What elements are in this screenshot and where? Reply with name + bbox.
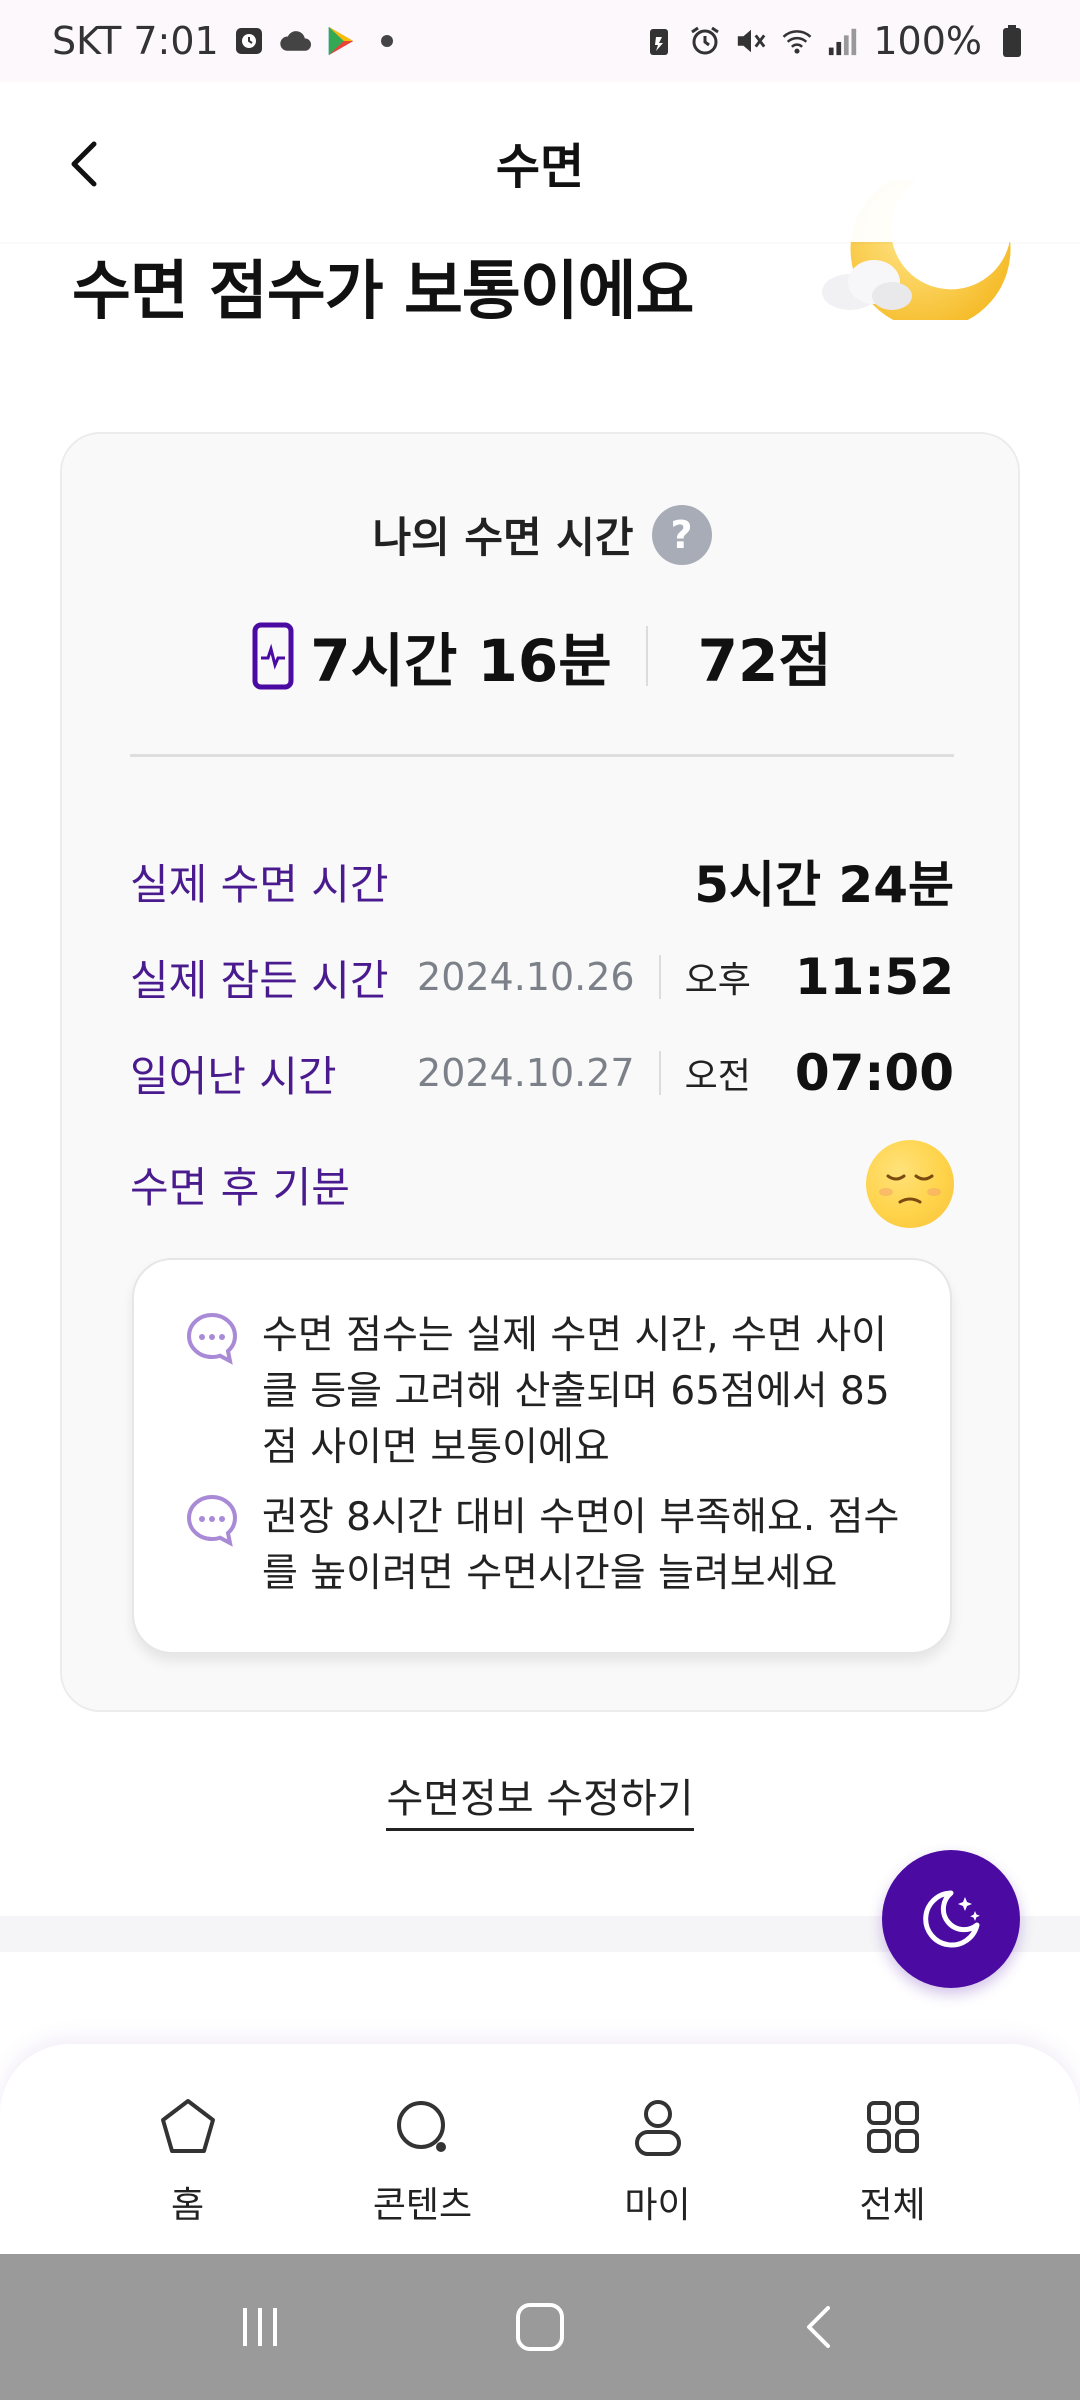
nav-item-my[interactable]: 마이 xyxy=(558,2044,758,2254)
back-chevron-icon xyxy=(807,2306,830,2348)
wake-up-time: 07:00 xyxy=(794,1044,954,1102)
summary-divider xyxy=(645,626,648,686)
home-square-icon xyxy=(516,2303,564,2351)
phone-sleep-tracker-icon xyxy=(252,622,294,690)
battery-icon xyxy=(996,25,1028,57)
wake-up-ampm: 오전 xyxy=(684,1056,751,1097)
tip-item: 수면 점수는 실제 수면 시간, 수면 사이클 등을 고려해 산출되며 65점에… xyxy=(184,1308,914,1476)
detail-label: 실제 잠든 시간 xyxy=(130,955,389,1005)
person-icon xyxy=(634,2100,681,2156)
fell-asleep-row: 실제 잠든 시간 2024.10.26 오후 11:52 xyxy=(130,942,954,1012)
notification-dot-icon xyxy=(380,35,393,47)
system-back-button[interactable] xyxy=(785,2292,855,2362)
nav-label: 콘텐츠 xyxy=(372,2185,473,2226)
play-store-icon xyxy=(325,25,357,57)
battery-percent: 100% xyxy=(873,19,982,63)
detail-label: 일어난 시간 xyxy=(130,1051,337,1101)
sleep-score: 72점 xyxy=(697,627,832,695)
battery-saver-icon xyxy=(643,25,675,57)
system-navigation-bar xyxy=(0,2254,1080,2400)
detail-value-group: 2024.10.27 오전 07:00 xyxy=(417,1044,954,1102)
tip-text: 권장 8시간 대비 수면이 부족해요. 점수를 높이려면 수면시간을 늘려보세요 xyxy=(262,1495,900,1596)
nav-label: 마이 xyxy=(624,2185,691,2226)
detail-value-group: 5시간 24분 xyxy=(694,845,954,917)
sleep-tips-box: 수면 점수는 실제 수면 시간, 수면 사이클 등을 고려해 산출되며 65점에… xyxy=(132,1258,952,1654)
nav-item-home[interactable]: 홈 xyxy=(88,2044,288,2254)
detail-value-group xyxy=(866,1140,954,1228)
chevron-left-icon xyxy=(71,141,97,187)
wake-up-row: 일어난 시간 2024.10.27 오전 07:00 xyxy=(130,1038,954,1108)
grid-icon xyxy=(866,2101,919,2153)
app-header: 수면 xyxy=(0,82,1080,242)
mood-row: 수면 후 기분 xyxy=(130,1134,954,1234)
card-title-row: 나의 수면 시간 ? xyxy=(62,504,1022,565)
fell-asleep-time: 11:52 xyxy=(794,948,954,1006)
actual-sleep-time-row: 실제 수면 시간 5시간 24분 xyxy=(130,846,954,916)
value-separator xyxy=(658,955,661,999)
edit-link-row: 수면정보 수정하기 xyxy=(0,1766,1080,1831)
recent-apps-icon xyxy=(243,2308,277,2346)
wake-up-date: 2024.10.27 xyxy=(417,1051,635,1095)
tired-face-icon xyxy=(866,1140,954,1228)
card-title: 나의 수면 시간 xyxy=(372,513,634,562)
back-button[interactable] xyxy=(56,134,116,194)
detail-label: 실제 수면 시간 xyxy=(130,859,389,909)
content-search-icon xyxy=(396,2101,446,2152)
heading-section: 수면 점수가 보통이에요 xyxy=(72,169,1012,350)
help-icon[interactable]: ? xyxy=(651,504,712,565)
edit-sleep-info-link[interactable]: 수면정보 수정하기 xyxy=(386,1776,694,1831)
chat-bubble-icon xyxy=(184,1310,240,1366)
tip-item: 권장 8시간 대비 수면이 부족해요. 점수를 높이려면 수면시간을 늘려보세요 xyxy=(184,1490,914,1602)
actual-sleep-duration: 5시간 24분 xyxy=(694,856,954,914)
tip-text: 수면 점수는 실제 수면 시간, 수면 사이클 등을 고려해 산출되며 65점에… xyxy=(262,1313,890,1470)
mute-icon xyxy=(735,25,767,57)
home-system-button[interactable] xyxy=(505,2292,575,2362)
page-title: 수면 xyxy=(495,139,585,195)
sleep-screen: SKT 7:01 100% 수면 수면 점수가 보통이에요 나의 수면 시간 ?… xyxy=(0,0,1080,2400)
sleep-mode-fab[interactable] xyxy=(882,1850,1020,1988)
status-right: 100% xyxy=(643,19,1028,63)
status-left: SKT 7:01 xyxy=(52,19,393,63)
status-bar: SKT 7:01 100% xyxy=(0,0,1080,82)
value-separator xyxy=(658,1051,661,1095)
wifi-icon xyxy=(781,25,813,57)
detail-value-group: 2024.10.26 오후 11:52 xyxy=(417,948,954,1006)
chat-bubble-icon xyxy=(184,1492,240,1548)
bottom-navigation: 홈 콘텐츠 마이 전체 xyxy=(0,2044,1080,2254)
alarm-app-icon xyxy=(233,25,265,57)
sleep-summary-card: 나의 수면 시간 ? 7시간 16분 72점 실제 수면 시간 5시간 24분 … xyxy=(60,432,1020,1712)
card-divider xyxy=(130,754,954,757)
recent-apps-button[interactable] xyxy=(225,2292,295,2362)
fell-asleep-ampm: 오후 xyxy=(684,960,751,1001)
nav-item-all[interactable]: 전체 xyxy=(793,2044,993,2254)
nav-item-content[interactable]: 콘텐츠 xyxy=(323,2044,523,2254)
signal-icon xyxy=(827,25,859,57)
fell-asleep-date: 2024.10.26 xyxy=(417,955,635,999)
total-sleep-time: 7시간 16분 xyxy=(310,627,612,695)
home-icon xyxy=(160,2099,215,2153)
carrier-time: SKT 7:01 xyxy=(52,19,219,63)
detail-label: 수면 후 기분 xyxy=(130,1162,350,1212)
sleep-summary-row: 7시간 16분 72점 xyxy=(62,614,1022,698)
moon-stars-icon xyxy=(923,1890,980,1948)
alarm-clock-icon xyxy=(689,25,721,57)
nav-label: 홈 xyxy=(170,2185,205,2226)
nav-label: 전체 xyxy=(859,2185,926,2226)
cloud-icon xyxy=(279,25,311,57)
